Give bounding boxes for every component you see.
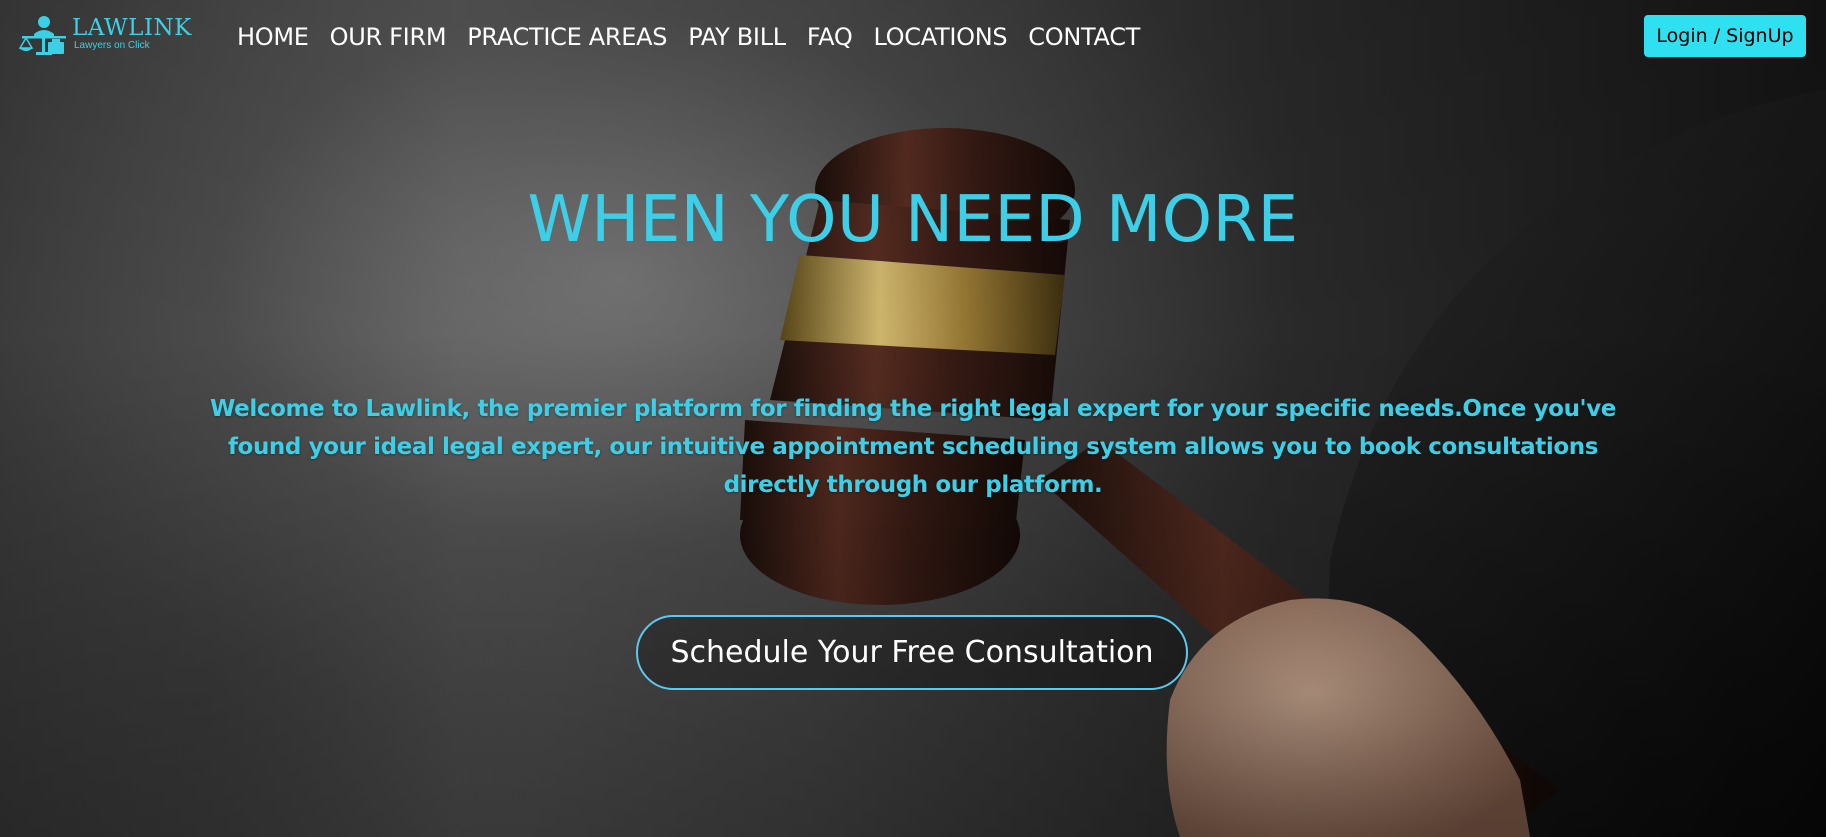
nav-item-our-firm[interactable]: OUR FIRM — [330, 20, 447, 54]
login-signup-button[interactable]: Login / SignUp — [1644, 15, 1806, 57]
nav-item-pay-bill[interactable]: PAY BILL — [688, 20, 786, 54]
nav-item-locations[interactable]: LOCATIONS — [873, 20, 1007, 54]
brand-name: LAWLINK — [72, 15, 192, 41]
schedule-consultation-button[interactable]: Schedule Your Free Consultation — [636, 615, 1188, 690]
nav-item-contact[interactable]: CONTACT — [1028, 20, 1140, 54]
hero-title: WHEN YOU NEED MORE — [527, 183, 1299, 257]
brand-tagline: Lawyers on Click — [74, 40, 150, 51]
nav-item-faq[interactable]: FAQ — [807, 20, 853, 54]
hero-description: Welcome to Lawlink, the premier platform… — [210, 396, 1616, 498]
main-nav: HOME OUR FIRM PRACTICE AREAS PAY BILL FA… — [237, 20, 1161, 54]
scales-lawyer-icon — [18, 16, 66, 55]
navbar: LAWLINK Lawyers on Click HOME OUR FIRM P… — [0, 0, 1826, 74]
brand-logo[interactable]: LAWLINK Lawyers on Click — [18, 14, 192, 56]
nav-item-practice-areas[interactable]: PRACTICE AREAS — [467, 20, 667, 54]
nav-item-home[interactable]: HOME — [237, 20, 309, 54]
